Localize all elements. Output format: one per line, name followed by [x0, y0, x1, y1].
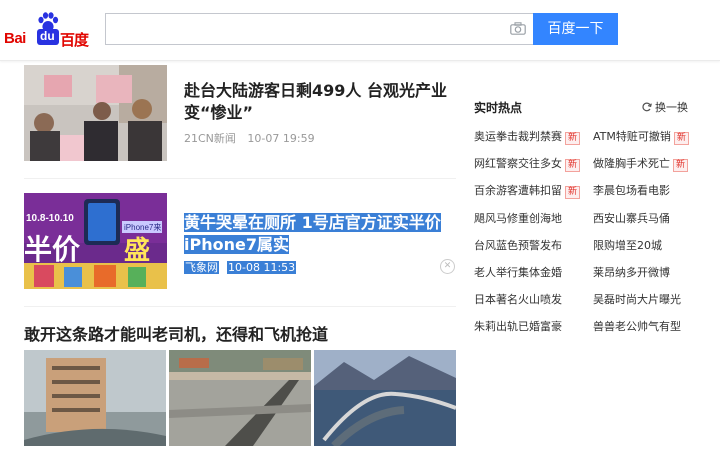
- hot-item-text[interactable]: 兽兽老公帅气有型: [593, 320, 681, 333]
- hot-item-text[interactable]: 西安山寨兵马俑: [593, 212, 670, 225]
- news-source: 21CN新闻: [184, 132, 236, 145]
- hot-item[interactable]: ATM特赃可撤销新: [593, 130, 689, 145]
- hot-item-text[interactable]: 奥运拳击裁判禁赛: [474, 130, 562, 143]
- divider: [24, 178, 456, 179]
- hot-item[interactable]: 网红警察交往多女新: [474, 157, 581, 173]
- hot-item[interactable]: 吴磊时尚大片曝光: [593, 293, 681, 307]
- gallery-title[interactable]: 敢开这条路才能叫老司机，还得和飞机抢道: [24, 321, 328, 345]
- hot-item-text[interactable]: 老人举行集体金婚: [474, 266, 562, 279]
- svg-text:盛: 盛: [124, 235, 150, 266]
- logo-text-chinese: 百度: [60, 31, 89, 49]
- search-input[interactable]: [105, 13, 533, 45]
- hot-item[interactable]: 台风蓝色预警发布: [474, 239, 562, 253]
- gallery-image[interactable]: [24, 350, 166, 446]
- hot-item[interactable]: 西安山寨兵马俑: [593, 212, 670, 226]
- gallery-image[interactable]: [314, 350, 456, 446]
- hot-item[interactable]: 李晨包场看电影: [593, 184, 670, 198]
- hot-item[interactable]: 做隆胸手术死亡新: [593, 157, 689, 173]
- logo-text-bai: Bai: [4, 30, 26, 47]
- hot-title: 实时热点: [474, 101, 523, 115]
- new-badge: 新: [673, 132, 689, 145]
- hot-item-text[interactable]: 做隆胸手术死亡: [593, 157, 670, 170]
- hot-item-text[interactable]: ATM特赃可撤销: [593, 130, 671, 143]
- news-meta: 飞象网 10-08 11:53: [184, 259, 304, 275]
- svg-text:半价: 半价: [24, 233, 81, 266]
- gallery[interactable]: [24, 350, 456, 446]
- hot-item[interactable]: 百余游客遭韩扣留新: [474, 184, 581, 200]
- news-source: 飞象网: [184, 261, 219, 274]
- hot-item-text[interactable]: 莱昂纳多开微博: [593, 266, 670, 279]
- hot-item-text[interactable]: 限购增至20城: [593, 239, 662, 252]
- news-time: 10-07 19:59: [247, 132, 315, 145]
- new-badge: 新: [673, 159, 689, 173]
- camera-icon[interactable]: [510, 22, 526, 35]
- svg-text:10.8-10.10: 10.8-10.10: [26, 213, 74, 224]
- logo-text-du: du: [40, 29, 55, 43]
- news-title[interactable]: 黄牛哭晕在厕所 1号店官方证实半价iPhone7属实: [184, 212, 454, 256]
- refresh-label: 换一换: [655, 101, 688, 114]
- divider: [24, 306, 456, 307]
- news-title-text[interactable]: 黄牛哭晕在厕所 1号店官方证实半价iPhone7属实: [184, 213, 441, 254]
- news-time: 10-08 11:53: [227, 261, 297, 274]
- svg-text:iPhone7来: iPhone7来: [124, 223, 161, 232]
- news-title[interactable]: 赴台大陆游客日剩499人 台观光产业变“惨业”: [184, 80, 454, 124]
- close-icon[interactable]: ✕: [440, 259, 455, 274]
- hot-item[interactable]: 莱昂纳多开微博: [593, 266, 670, 280]
- hot-header: 实时热点 换一换: [474, 96, 694, 116]
- hot-item[interactable]: 朱莉出轨已婚富豪: [474, 320, 562, 334]
- news-thumbnail[interactable]: [24, 65, 167, 161]
- hot-item[interactable]: 奥运拳击裁判禁赛新: [474, 130, 581, 145]
- hot-item-text[interactable]: 飓风马修重创海地: [474, 212, 562, 225]
- hot-item[interactable]: 飓风马修重创海地: [474, 212, 562, 226]
- hot-item[interactable]: 兽兽老公帅气有型: [593, 320, 681, 334]
- hot-item-text[interactable]: 朱莉出轨已婚富豪: [474, 320, 562, 333]
- news-meta: 21CN新闻 10-07 19:59: [184, 130, 323, 146]
- refresh-button[interactable]: 换一换: [642, 99, 688, 115]
- hot-item[interactable]: 限购增至20城: [593, 239, 662, 253]
- hot-item-text[interactable]: 吴磊时尚大片曝光: [593, 293, 681, 306]
- hot-item[interactable]: 日本著名火山喷发: [474, 293, 562, 307]
- top-header: Bai du 百度 百度一下: [0, 0, 720, 61]
- new-badge: 新: [565, 159, 581, 173]
- baidu-logo[interactable]: Bai du 百度: [4, 12, 90, 49]
- hot-item-text[interactable]: 李晨包场看电影: [593, 184, 670, 197]
- search-button[interactable]: 百度一下: [533, 13, 618, 45]
- new-badge: 新: [565, 132, 581, 145]
- hot-item[interactable]: 老人举行集体金婚: [474, 266, 562, 280]
- hot-item-text[interactable]: 台风蓝色预警发布: [474, 239, 562, 252]
- hot-item-text[interactable]: 日本著名火山喷发: [474, 293, 562, 306]
- hot-item-text[interactable]: 百余游客遭韩扣留: [474, 184, 562, 197]
- news-thumbnail[interactable]: iPhone7来 10.8-10.10 半价 盛: [24, 193, 167, 289]
- refresh-icon: [642, 102, 652, 112]
- new-badge: 新: [565, 186, 581, 200]
- hot-item-text[interactable]: 网红警察交往多女: [474, 157, 562, 170]
- gallery-image[interactable]: [169, 350, 311, 446]
